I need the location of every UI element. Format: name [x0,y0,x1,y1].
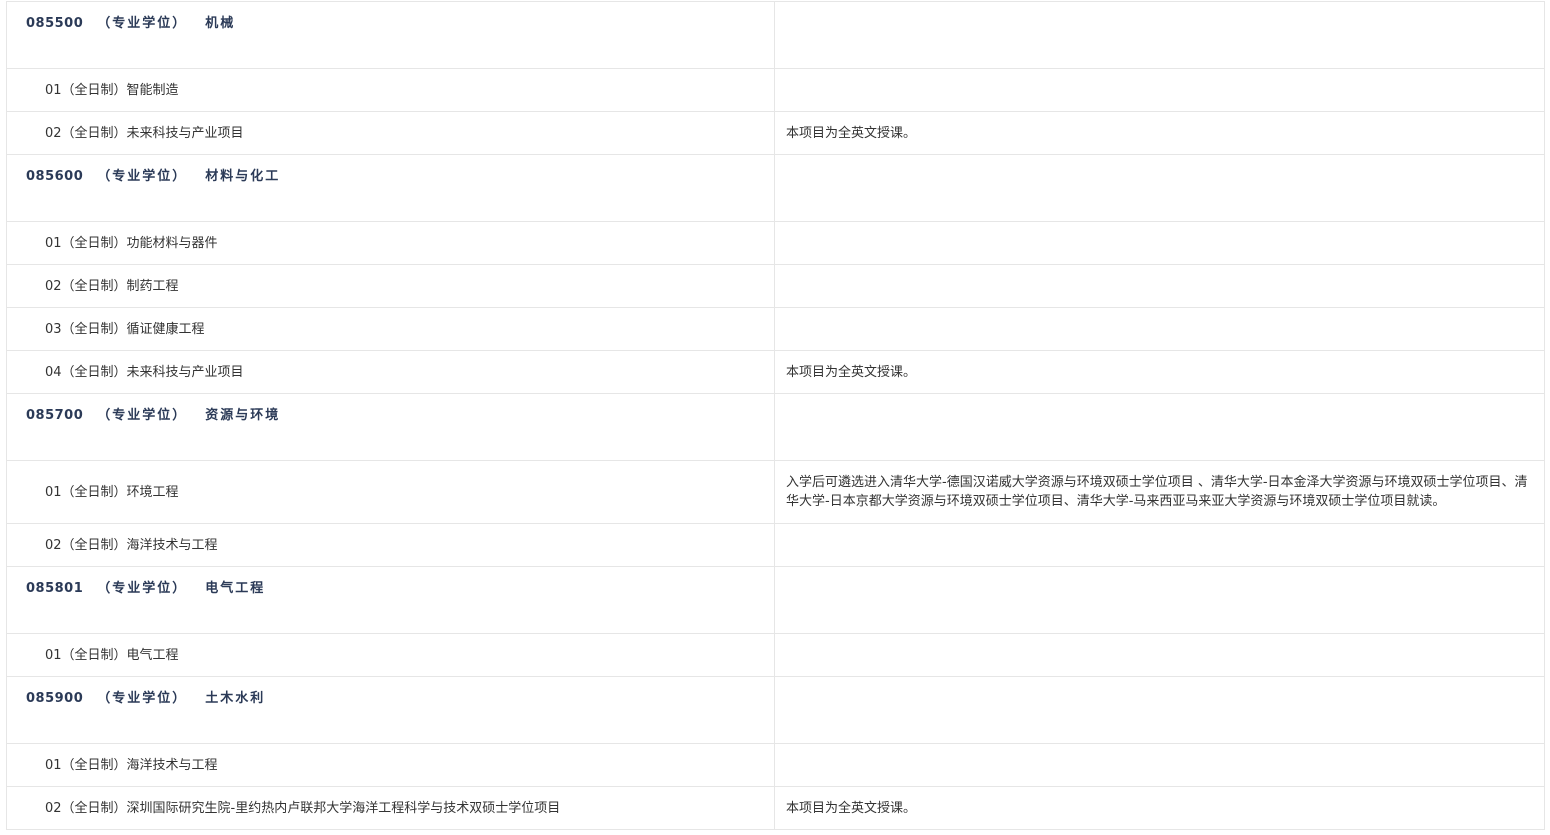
major-name: 资源与环境 [205,408,281,423]
direction-label: 02（全日制）未来科技与产业项目 [7,112,775,154]
major-note [775,394,1545,460]
major-name: 电气工程 [205,581,266,596]
major-note [775,2,1545,68]
direction-row: 02（全日制）未来科技与产业项目 本项目为全英文授课。 [7,112,1545,155]
major-code: 085500 [26,16,84,31]
direction-label: 04（全日制）未来科技与产业项目 [7,351,775,393]
direction-label: 01（全日制）功能材料与器件 [7,222,775,264]
major-name: 机械 [205,16,236,31]
direction-label: 03（全日制）循证健康工程 [7,308,775,350]
major-note [775,567,1545,633]
direction-note [775,744,1545,786]
direction-note [775,222,1545,264]
direction-row: 02（全日制）深圳国际研究生院-里约热内卢联邦大学海洋工程科学与技术双硕士学位项… [7,787,1545,830]
direction-note-text: 入学后可遴选进入清华大学-德国汉诺威大学资源与环境双硕士学位项目 、清华大学-日… [786,475,1528,509]
major-row: 085900 （专业学位） 土木水利 [7,677,1545,744]
direction-note [775,265,1545,307]
major-name: 材料与化工 [205,169,281,184]
direction-note [775,634,1545,676]
major-code: 085801 [26,581,84,596]
degree-type: （专业学位） [97,408,188,423]
direction-note [775,524,1545,566]
major-name: 土木水利 [205,691,266,706]
direction-label: 02（全日制）海洋技术与工程 [7,524,775,566]
direction-note [775,308,1545,350]
degree-type: （专业学位） [97,691,188,706]
direction-note: 本项目为全英文授课。 [775,787,1545,829]
direction-label: 02（全日制）制药工程 [7,265,775,307]
direction-note: 本项目为全英文授课。 [775,351,1545,393]
direction-label: 02（全日制）深圳国际研究生院-里约热内卢联邦大学海洋工程科学与技术双硕士学位项… [7,787,775,829]
major-title: 085600 （专业学位） 材料与化工 [7,155,775,221]
direction-note: 本项目为全英文授课。 [775,112,1545,154]
direction-row: 01（全日制）环境工程 入学后可遴选进入清华大学-德国汉诺威大学资源与环境双硕士… [7,461,1545,524]
major-note [775,677,1545,743]
direction-label: 01（全日制）电气工程 [7,634,775,676]
major-code: 085900 [26,691,84,706]
direction-row: 02（全日制）制药工程 [7,265,1545,308]
major-title: 085500 （专业学位） 机械 [7,2,775,68]
direction-row: 01（全日制）功能材料与器件 [7,222,1545,265]
direction-label: 01（全日制）环境工程 [7,461,775,523]
degree-type: （专业学位） [97,169,188,184]
direction-note [775,69,1545,111]
major-title: 085801 （专业学位） 电气工程 [7,567,775,633]
major-title: 085700 （专业学位） 资源与环境 [7,394,775,460]
direction-label: 01（全日制）智能制造 [7,69,775,111]
direction-row: 01（全日制）智能制造 [7,69,1545,112]
direction-row: 01（全日制）海洋技术与工程 [7,744,1545,787]
direction-label: 01（全日制）海洋技术与工程 [7,744,775,786]
major-code: 085600 [26,169,84,184]
direction-row: 03（全日制）循证健康工程 [7,308,1545,351]
direction-row: 01（全日制）电气工程 [7,634,1545,677]
direction-row: 04（全日制）未来科技与产业项目 本项目为全英文授课。 [7,351,1545,394]
major-row: 085500 （专业学位） 机械 [7,2,1545,69]
degree-type: （专业学位） [97,581,188,596]
major-row: 085700 （专业学位） 资源与环境 [7,394,1545,461]
major-row: 085801 （专业学位） 电气工程 [7,567,1545,634]
major-code: 085700 [26,408,84,423]
program-table: 085500 （专业学位） 机械 01（全日制）智能制造 02（全日制）未来科技与产… [6,1,1545,830]
major-title: 085900 （专业学位） 土木水利 [7,677,775,743]
direction-note: 入学后可遴选进入清华大学-德国汉诺威大学资源与环境双硕士学位项目 、清华大学-日… [775,461,1545,523]
degree-type: （专业学位） [97,16,188,31]
major-row: 085600 （专业学位） 材料与化工 [7,155,1545,222]
major-note [775,155,1545,221]
direction-row: 02（全日制）海洋技术与工程 [7,524,1545,567]
